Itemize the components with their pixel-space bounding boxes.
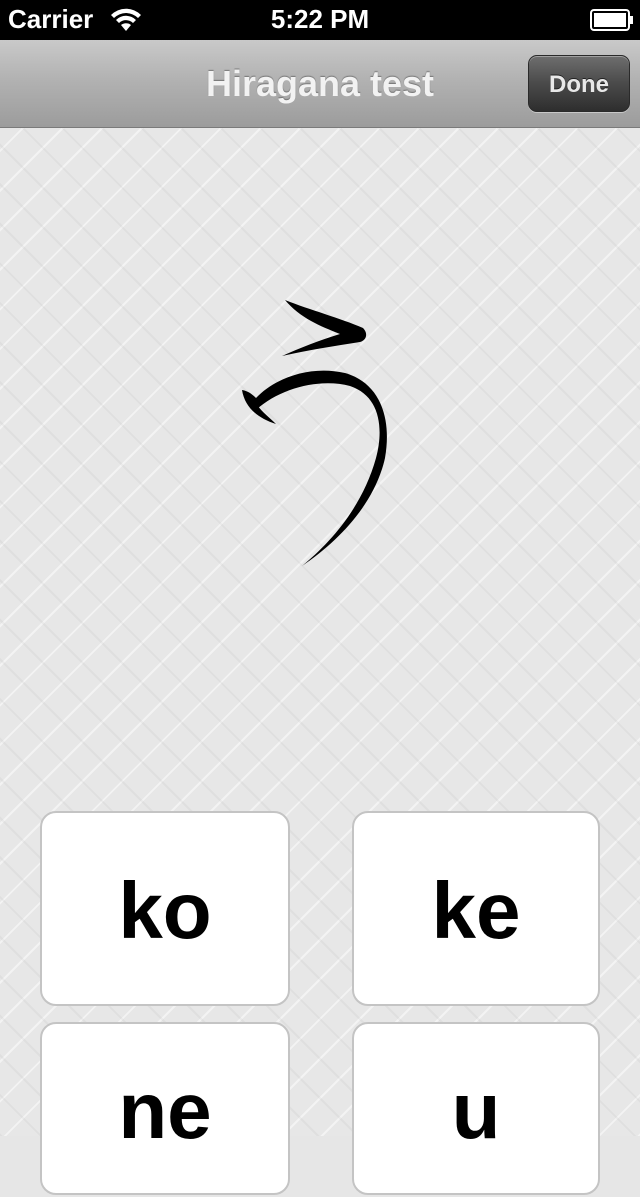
answer-button-ke[interactable]: ke	[352, 811, 600, 1006]
battery-icon	[590, 9, 633, 31]
status-bar: Carrier 5:22 PM	[0, 0, 640, 40]
hiragana-character-display	[242, 300, 387, 566]
answer-button-ne[interactable]: ne	[40, 1022, 290, 1195]
answer-button-ko[interactable]: ko	[40, 811, 290, 1006]
navigation-bar: Hiragana test Done	[0, 40, 640, 128]
status-time: 5:22 PM	[270, 4, 370, 34]
answer-button-u[interactable]: u	[352, 1022, 600, 1195]
kana-stroke-top	[282, 300, 367, 356]
done-button[interactable]: Done	[528, 55, 630, 112]
kana-stroke-main	[242, 370, 387, 566]
quiz-area: ko ke ne u	[0, 128, 640, 1195]
